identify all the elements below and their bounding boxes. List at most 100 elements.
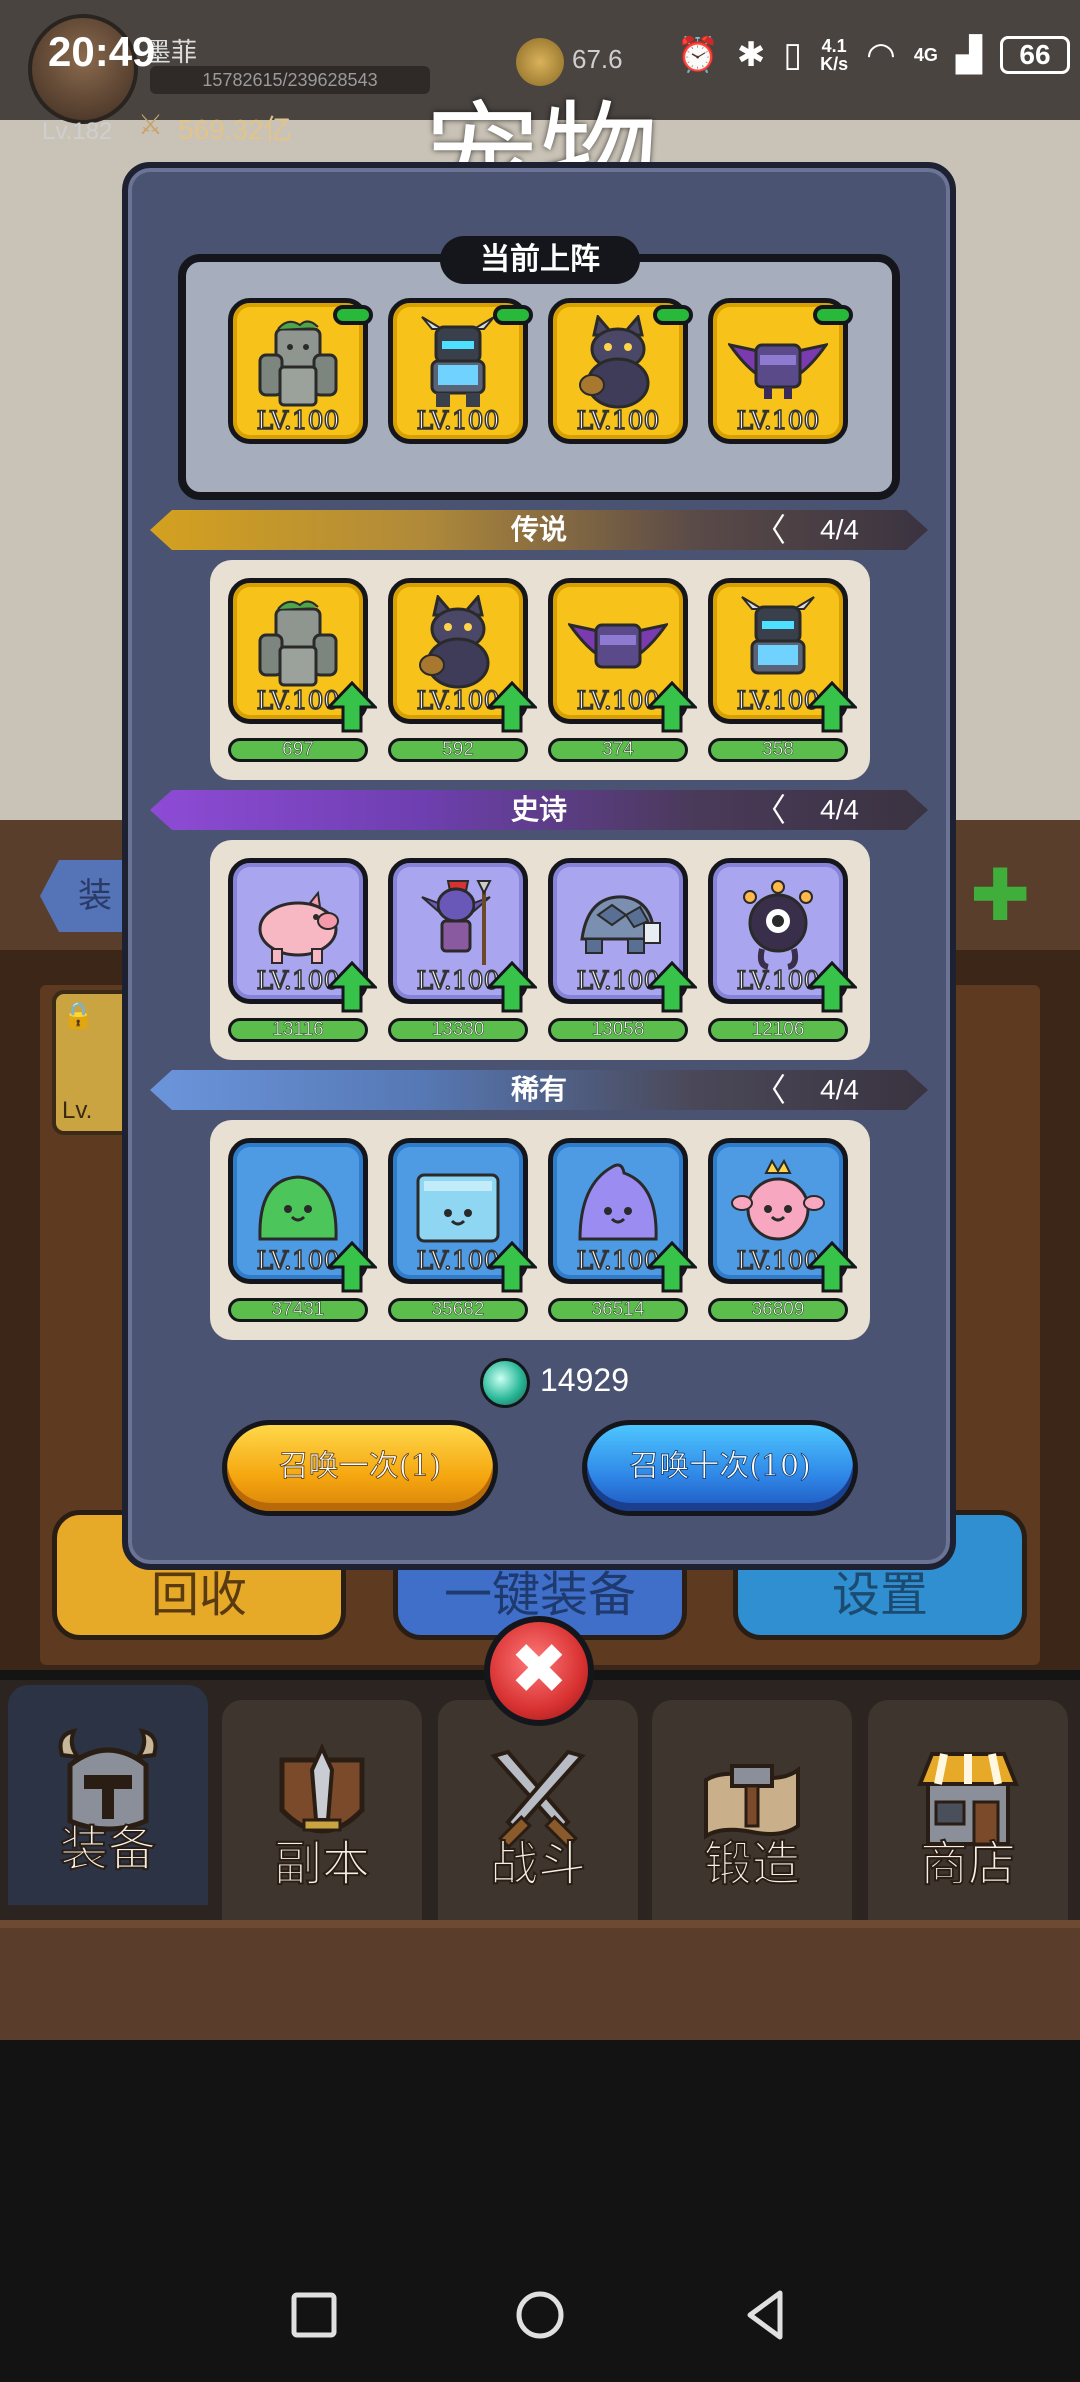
deployed-indicator xyxy=(333,305,373,325)
deployed-indicator xyxy=(493,305,533,325)
pet-shard-count: 592 xyxy=(388,738,528,762)
pet-card-turtle[interactable]: LV.100 xyxy=(548,858,697,1013)
pet-shard-count: 36809 xyxy=(708,1298,848,1322)
pet-shard-count: 37431 xyxy=(228,1298,368,1322)
pet-card-werewolf[interactable]: LV.100 xyxy=(388,578,537,733)
upgrade-arrow-icon[interactable] xyxy=(807,681,857,733)
recent-apps-button[interactable] xyxy=(284,2285,344,2345)
purple-slime-icon xyxy=(578,1163,658,1241)
nav-tab-shop[interactable]: 商店 xyxy=(868,1700,1068,1920)
nav-tab-battle[interactable]: 战斗 xyxy=(438,1700,638,1920)
upgrade-arrow-icon[interactable] xyxy=(487,681,537,733)
chevron-left-icon[interactable]: 〈 xyxy=(754,792,786,828)
section-count: 4/4 xyxy=(820,514,859,545)
pet-card-goblin[interactable]: LV.100 xyxy=(388,858,537,1013)
upgrade-arrow-icon[interactable] xyxy=(647,681,697,733)
bat-icon xyxy=(728,343,828,399)
werewolf-icon xyxy=(579,315,650,409)
pink-slime-icon xyxy=(731,1158,825,1241)
pet-shard-count: 35682 xyxy=(388,1298,528,1322)
section-banner-legend: 传说 〈 4/4 xyxy=(150,510,928,550)
nav-label-shop: 商店 xyxy=(919,1837,1017,1892)
pet-card-knight[interactable]: LV.100 xyxy=(708,578,857,733)
section-banner-rare: 稀有 〈 4/4 xyxy=(150,1070,928,1110)
pet-shard-count: 697 xyxy=(228,738,368,762)
pet-shard-count: 36514 xyxy=(548,1298,688,1322)
pet-level: LV.100 xyxy=(576,405,660,436)
pet-card-purple-slime[interactable]: LV.100 xyxy=(548,1138,697,1293)
add-icon[interactable]: ✚ xyxy=(970,860,1030,932)
section-title: 史诗 xyxy=(510,794,567,825)
nav-tab-equipment[interactable]: 装备 xyxy=(8,1685,208,1905)
bottom-bar xyxy=(0,1920,1080,2040)
summon-gem-icon xyxy=(480,1358,530,1408)
pet-card-cube-slime[interactable]: LV.100 xyxy=(388,1138,537,1293)
nav-tab-dungeon[interactable]: 副本 xyxy=(222,1700,422,1920)
upgrade-arrow-icon[interactable] xyxy=(647,961,697,1013)
equip-tab[interactable]: 装 xyxy=(40,860,135,932)
deployed-indicator xyxy=(813,305,853,325)
pet-shard-count: 13116 xyxy=(228,1018,368,1042)
turtle-icon xyxy=(580,895,661,954)
knight-icon xyxy=(741,596,815,675)
pet-shard-count: 12106 xyxy=(708,1018,848,1042)
summon-ten-button[interactable]: 召唤十次(10) xyxy=(582,1420,858,1516)
section-count: 4/4 xyxy=(820,794,859,825)
upgrade-arrow-icon[interactable] xyxy=(327,681,377,733)
upgrade-arrow-icon[interactable] xyxy=(487,1241,537,1293)
summon-once-button[interactable]: 召唤一次(1) xyxy=(222,1420,498,1516)
upgrade-arrow-icon[interactable] xyxy=(647,1241,697,1293)
cube-slime-icon xyxy=(416,1173,500,1243)
pet-card-pig[interactable]: LV.100 xyxy=(228,858,377,1013)
deployed-indicator xyxy=(653,305,693,325)
equip-tab-label: 装 xyxy=(78,877,112,915)
chevron-left-icon[interactable]: 〈 xyxy=(754,512,786,548)
pet-card-golem[interactable]: LV.100 xyxy=(228,578,377,733)
golem-icon xyxy=(258,600,338,687)
lineup-pet-knight[interactable]: LV.100 xyxy=(388,298,533,444)
upgrade-arrow-icon[interactable] xyxy=(807,1241,857,1293)
pet-shard-count: 13330 xyxy=(388,1018,528,1042)
beholder-icon xyxy=(743,880,813,970)
pet-card-pink-slime[interactable]: LV.100 xyxy=(708,1138,857,1293)
nav-label-dungeon: 副本 xyxy=(273,1837,371,1892)
home-button[interactable] xyxy=(510,2285,570,2345)
nav-tab-forge[interactable]: 锻造 xyxy=(652,1700,852,1920)
nav-label-forge: 锻造 xyxy=(703,1837,801,1892)
lock-icon: 🔒 xyxy=(62,1000,95,1030)
goblin-icon xyxy=(421,880,492,965)
back-button[interactable] xyxy=(736,2285,796,2345)
pet-level: LV.100 xyxy=(416,405,500,436)
section-count: 4/4 xyxy=(820,1074,859,1105)
upgrade-arrow-icon[interactable] xyxy=(487,961,537,1013)
close-button[interactable]: ✖ xyxy=(484,1616,594,1726)
section-title: 稀有 xyxy=(510,1074,567,1105)
pet-card-green-slime[interactable]: LV.100 xyxy=(228,1138,377,1293)
upgrade-arrow-icon[interactable] xyxy=(807,961,857,1013)
net-speed-value: 4.1 xyxy=(821,36,847,56)
pet-card-beholder[interactable]: LV.100 xyxy=(708,858,857,1013)
upgrade-arrow-icon[interactable] xyxy=(327,1241,377,1293)
section-title: 传说 xyxy=(510,514,567,545)
chevron-left-icon[interactable]: 〈 xyxy=(754,1072,786,1108)
slot-level: Lv. xyxy=(62,1097,93,1124)
summon-gem-count: 14929 xyxy=(540,1362,629,1398)
nav-label-equipment: 装备 xyxy=(59,1822,157,1877)
green-slime-icon xyxy=(258,1175,338,1241)
pet-level: LV.100 xyxy=(736,405,820,436)
knight-icon xyxy=(421,316,495,407)
golem-icon xyxy=(258,320,338,407)
pet-card-bat[interactable]: LV.100 xyxy=(548,578,697,733)
pet-shard-count: 374 xyxy=(548,738,688,762)
lineup-pet-werewolf[interactable]: LV.100 xyxy=(548,298,693,444)
bat-icon xyxy=(568,623,668,669)
pig-icon xyxy=(258,890,339,964)
lineup-pet-bat[interactable]: LV.100 xyxy=(708,298,853,444)
pet-level: LV.100 xyxy=(256,405,340,436)
upgrade-arrow-icon[interactable] xyxy=(327,961,377,1013)
section-banner-epic: 史诗 〈 4/4 xyxy=(150,790,928,830)
pet-shard-count: 358 xyxy=(708,738,848,762)
pet-shard-count: 13058 xyxy=(548,1018,688,1042)
current-lineup-label: 当前上阵 xyxy=(440,236,640,284)
lineup-pet-golem[interactable]: LV.100 xyxy=(228,298,373,444)
